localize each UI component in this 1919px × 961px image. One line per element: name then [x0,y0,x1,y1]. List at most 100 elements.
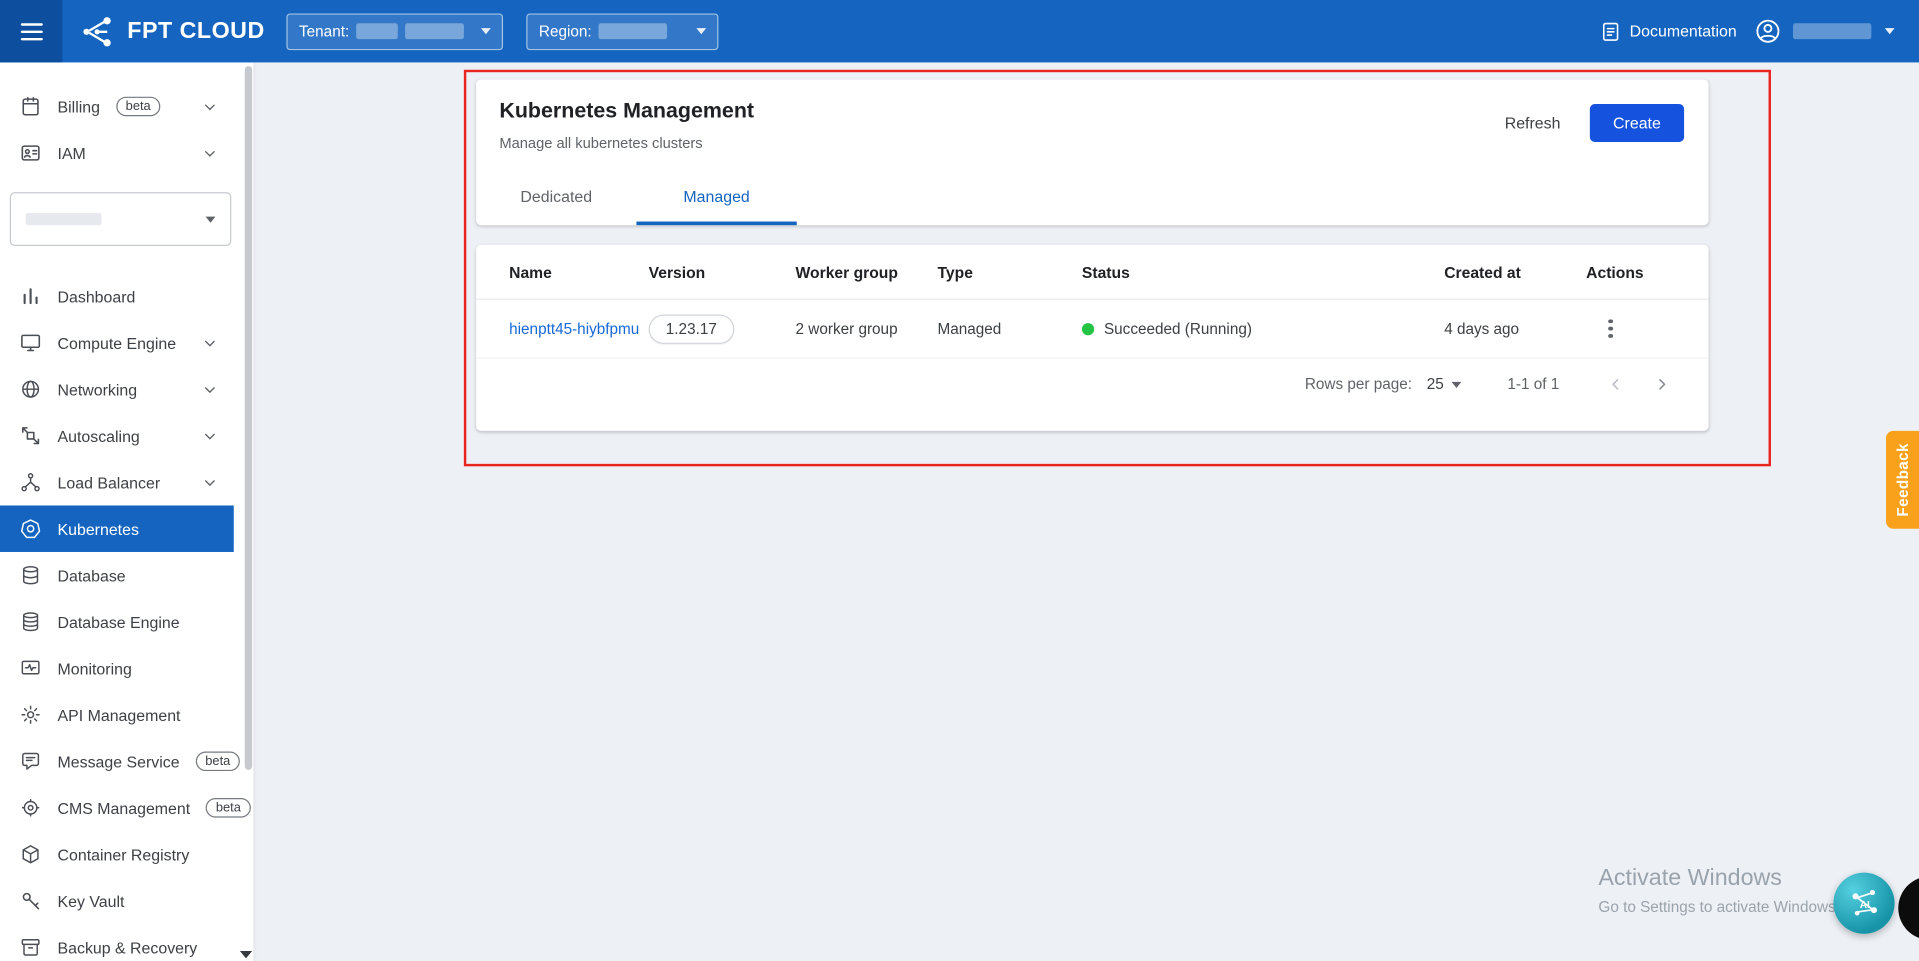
sidebar-item-database-engine[interactable]: Database Engine [0,598,234,645]
sidebar-item-container-registry[interactable]: Container Registry [0,831,234,878]
sidebar-item-label: IAM [58,144,86,162]
sidebar-item-backup-recovery[interactable]: Backup & Recovery [0,924,234,961]
region-redacted-value [599,23,668,39]
cluster-type-tabs: Dedicated Managed [476,168,797,226]
container-registry-icon [20,843,42,865]
sidebar-item-load-balancer[interactable]: Load Balancer [0,459,234,506]
sidebar: Billing beta IAM Dashboard [0,62,253,961]
beta-badge: beta [116,97,161,117]
column-header-actions: Actions [1586,263,1708,281]
autoscaling-icon [20,425,42,447]
monitoring-icon [20,657,42,679]
topbar: FPT CLOUD Tenant: Region: Documentation [0,0,1919,62]
kubernetes-icon [20,518,42,540]
sidebar-item-key-vault[interactable]: Key Vault [0,878,234,925]
rows-per-page-select[interactable]: 25 [1427,376,1461,393]
status-text: Succeeded (Running) [1104,320,1252,337]
sidebar-item-label: API Management [58,706,181,724]
sidebar-item-kubernetes[interactable]: Kubernetes [0,505,234,552]
cluster-name-link[interactable]: hienptt45-hiybfpmu [509,320,639,337]
sidebar-item-message-service[interactable]: Message Service beta [0,738,234,785]
sidebar-item-api-management[interactable]: API Management [0,692,234,739]
row-actions-kebab-button[interactable] [1594,311,1628,345]
chevron-down-icon [201,380,219,398]
tenant-selector[interactable]: Tenant: [287,13,504,50]
feedback-tab[interactable]: Feedback [1886,431,1919,529]
database-engine-icon [20,611,42,633]
sidebar-item-monitoring[interactable]: Monitoring [0,645,234,692]
user-avatar-icon[interactable] [1754,17,1782,45]
feedback-label: Feedback [1894,443,1911,517]
sidebar-item-billing[interactable]: Billing beta [0,83,234,130]
tenant-redacted-value [406,23,465,39]
clusters-table-card: Name Version Worker group Type Status Cr… [476,245,1708,431]
pagination-bar: Rows per page: 25 1-1 of 1 [476,359,1708,410]
scroll-down-arrow-icon[interactable] [240,951,252,958]
worker-group-cell: 2 worker group [796,320,938,337]
networking-icon [20,378,42,400]
sidebar-item-database[interactable]: Database [0,552,234,599]
chevron-down-icon [201,427,219,445]
column-header-name: Name [509,263,649,281]
chevron-down-icon [201,473,219,491]
iam-icon [20,142,42,164]
chevron-down-icon [201,144,219,162]
sidebar-item-label: Kubernetes [58,520,139,538]
sidebar-item-cms-management[interactable]: CMS Management beta [0,785,234,832]
previous-page-button[interactable] [1598,367,1632,401]
edge-dark-circle-button[interactable] [1898,876,1919,940]
watermark-line1: Activate Windows [1598,865,1835,892]
type-cell: Managed [938,320,1082,337]
refresh-button[interactable]: Refresh [1495,106,1570,139]
message-service-icon [20,750,42,772]
ai-assistant-button[interactable]: AI [1833,873,1894,934]
sidebar-item-label: Load Balancer [58,473,161,491]
sidebar-item-networking[interactable]: Networking [0,366,234,413]
region-label: Region: [539,23,592,40]
version-chip: 1.23.17 [649,314,734,343]
tab-managed[interactable]: Managed [636,168,796,226]
documentation-link[interactable]: Documentation [1599,20,1737,42]
status-cell: Succeeded (Running) [1082,320,1444,337]
sidebar-item-label: Backup & Recovery [58,938,198,956]
tab-dedicated[interactable]: Dedicated [476,168,636,226]
next-page-button[interactable] [1645,367,1679,401]
status-green-dot [1082,322,1094,334]
chevron-down-icon [206,216,216,222]
chevron-down-icon [1451,381,1461,387]
table-header-row: Name Version Worker group Type Status Cr… [476,245,1708,300]
brand-name: FPT CLOUD [127,18,264,45]
rows-per-page-label: Rows per page: [1305,376,1412,393]
sidebar-item-label: Autoscaling [58,427,140,445]
sidebar-item-iam[interactable]: IAM [0,130,234,177]
username-redacted [1793,23,1871,39]
project-selector[interactable] [10,192,232,246]
create-button[interactable]: Create [1590,104,1684,142]
backup-recovery-icon [20,936,42,958]
tenant-label: Tenant: [299,23,349,40]
sidebar-item-label: Message Service [58,752,180,770]
key-vault-icon [20,890,42,912]
rows-per-page-value: 25 [1427,376,1444,393]
windows-activation-watermark: Activate Windows Go to Settings to activ… [1598,865,1835,915]
sidebar-item-compute-engine[interactable]: Compute Engine [0,319,234,366]
account-menu-chevron-icon[interactable] [1885,28,1895,34]
chevron-down-icon [201,334,219,352]
scrollbar-thumb[interactable] [245,66,252,770]
sidebar-item-label: Billing [58,97,100,115]
created-at-cell: 4 days ago [1444,320,1586,337]
documentation-icon [1599,20,1621,42]
pagination-range: 1-1 of 1 [1507,376,1559,393]
chevron-down-icon [697,28,707,34]
sidebar-item-autoscaling[interactable]: Autoscaling [0,412,234,459]
region-selector[interactable]: Region: [527,13,719,50]
sidebar-scrollbar[interactable] [245,66,252,955]
tenant-redacted-value [357,23,399,39]
kubernetes-header-card: Kubernetes Management Manage all kuberne… [476,80,1708,226]
hamburger-menu-button[interactable] [0,0,62,62]
app-window: FPT CLOUD Tenant: Region: Documentation [0,0,1919,961]
sidebar-item-dashboard[interactable]: Dashboard [0,273,234,320]
sidebar-item-label: Dashboard [58,287,136,305]
beta-badge: beta [195,751,240,771]
database-icon [20,564,42,586]
